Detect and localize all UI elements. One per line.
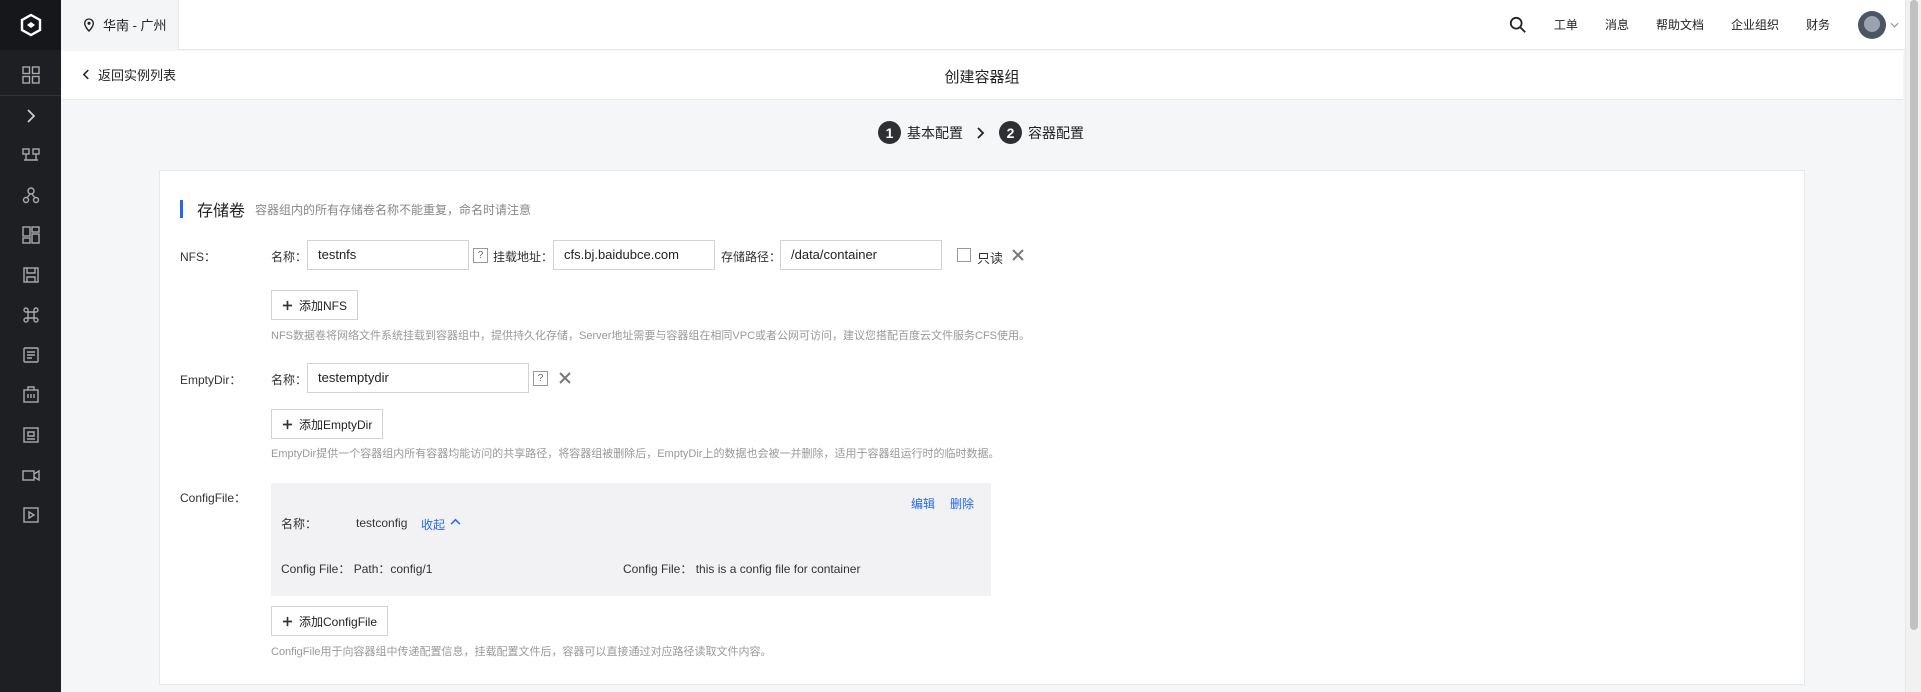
scrollbar-thumb[interactable]	[1910, 0, 1918, 630]
configfile-path-text: Config File： Path：config/1	[281, 562, 433, 576]
section-tip: 容器组内的所有存储卷名称不能重复，命名时请注意	[255, 202, 532, 217]
user-avatar[interactable]	[1858, 10, 1886, 39]
nfs-label: NFS：	[180, 250, 217, 264]
emptydir-hint: EmptyDir提供一个容器组内所有容器均能访问的共享路径，将容器组被删除后，E…	[271, 448, 1000, 460]
nfs-name-help-icon[interactable]: ?	[473, 248, 488, 263]
configfile-edit-link[interactable]: 编辑	[911, 495, 935, 512]
sidebar-network-icon[interactable]	[0, 175, 61, 215]
plus-icon	[282, 419, 293, 429]
configfile-hint: ConfigFile用于向容器组中传递配置信息，挂载配置文件后，容器可以直接通过…	[271, 646, 772, 658]
emptydir-name-label: 名称：	[271, 373, 308, 387]
configfile-name-value: testconfig	[356, 516, 408, 530]
chevron-right-icon	[977, 126, 985, 139]
step-2-number: 2	[999, 121, 1022, 144]
configfile-name-label: 名称：	[281, 517, 318, 531]
sidebar-building-icon[interactable]	[0, 375, 61, 415]
search-icon[interactable]	[1509, 16, 1527, 34]
sidebar-cluster-icon[interactable]	[0, 135, 61, 175]
sidebar-grid-icon[interactable]	[0, 55, 61, 95]
step-1-number: 1	[878, 121, 901, 144]
chevron-down-icon[interactable]	[1890, 22, 1899, 28]
add-nfs-button[interactable]: 添加NFS	[271, 290, 359, 320]
sidebar	[0, 0, 61, 692]
emptydir-remove-icon[interactable]	[559, 372, 571, 384]
logo-icon	[20, 13, 41, 37]
nav-link-organization[interactable]: 企业组织	[1731, 16, 1779, 33]
nfs-name-label: 名称：	[271, 250, 308, 264]
add-configfile-label: 添加ConfigFile	[299, 614, 378, 629]
emptydir-label: EmptyDir：	[180, 373, 242, 387]
sidebar-storage-icon[interactable]	[0, 255, 61, 295]
configfile-panel: 编辑 删除 名称： testconfig 收起 Config File： Pat…	[271, 483, 991, 596]
nfs-path-input[interactable]: /data/container	[780, 240, 942, 270]
configfile-content-text: Config File： this is a config file for c…	[623, 562, 861, 576]
page-title: 创建容器组	[944, 69, 1020, 86]
step-2-label: 容器配置	[1028, 124, 1084, 141]
chevron-up-icon[interactable]	[450, 518, 461, 525]
page-scrollbar[interactable]	[1905, 0, 1921, 692]
add-emptydir-button[interactable]: 添加EmptyDir	[271, 409, 384, 439]
sidebar-command-icon[interactable]	[0, 295, 61, 335]
plus-icon	[282, 300, 293, 310]
add-emptydir-label: 添加EmptyDir	[299, 417, 373, 432]
sidebar-config-icon[interactable]	[0, 335, 61, 375]
cloud-logo[interactable]	[0, 0, 61, 50]
step-indicator: 1 基本配置 2 容器配置	[878, 121, 1084, 144]
nfs-path-label: 存储路径：	[721, 250, 782, 264]
top-bar: 华南 - 广州 工单 消息 帮助文档 企业组织 财务	[61, 0, 1921, 50]
section-title: 存储卷	[197, 203, 246, 220]
emptydir-help-icon[interactable]: ?	[533, 371, 548, 386]
location-pin-icon	[84, 17, 94, 32]
nav-link-finance[interactable]: 财务	[1806, 16, 1830, 33]
sidebar-video-icon[interactable]	[0, 455, 61, 495]
section-accent-bar	[180, 200, 183, 218]
emptydir-name-input[interactable]: testemptydir	[307, 363, 529, 393]
add-configfile-button[interactable]: 添加ConfigFile	[271, 606, 389, 636]
section-header: 存储卷 容器组内的所有存储卷名称不能重复，命名时请注意	[180, 199, 532, 220]
nfs-name-input[interactable]: testnfs	[307, 240, 469, 270]
nfs-readonly-label: 只读	[977, 251, 1004, 266]
sidebar-play-icon[interactable]	[0, 495, 61, 535]
configfile-collapse-link[interactable]: 收起	[421, 516, 445, 533]
nfs-readonly-checkbox[interactable]	[957, 248, 971, 262]
nfs-addr-label: 挂载地址：	[493, 250, 554, 264]
storage-volume-card: 存储卷 容器组内的所有存储卷名称不能重复，命名时请注意 NFS： 名称： tes…	[159, 170, 1805, 685]
nfs-address-input[interactable]: cfs.bj.baidubce.com	[553, 240, 715, 270]
nav-link-messages[interactable]: 消息	[1605, 16, 1629, 33]
plus-icon	[282, 616, 293, 626]
configfile-delete-link[interactable]: 删除	[950, 495, 974, 512]
region-label: 华南 - 广州	[103, 18, 167, 33]
region-selector[interactable]: 华南 - 广州	[61, 0, 179, 50]
nfs-hint: NFS数据卷将网络文件系统挂载到容器组中，提供持久化存储，Server地址需要与…	[271, 330, 1031, 342]
sub-header: 返回实例列表 创建容器组	[61, 51, 1903, 100]
configfile-label: ConfigFile：	[180, 491, 247, 505]
step-1-label: 基本配置	[907, 124, 963, 141]
add-nfs-label: 添加NFS	[299, 298, 348, 313]
nfs-remove-icon[interactable]	[1012, 249, 1024, 261]
sidebar-dashboard-icon[interactable]	[0, 215, 61, 255]
nav-link-ticket[interactable]: 工单	[1554, 16, 1578, 33]
sidebar-expand-icon[interactable]	[0, 95, 61, 135]
nav-link-help-docs[interactable]: 帮助文档	[1656, 16, 1704, 33]
sidebar-registry-icon[interactable]	[0, 415, 61, 455]
